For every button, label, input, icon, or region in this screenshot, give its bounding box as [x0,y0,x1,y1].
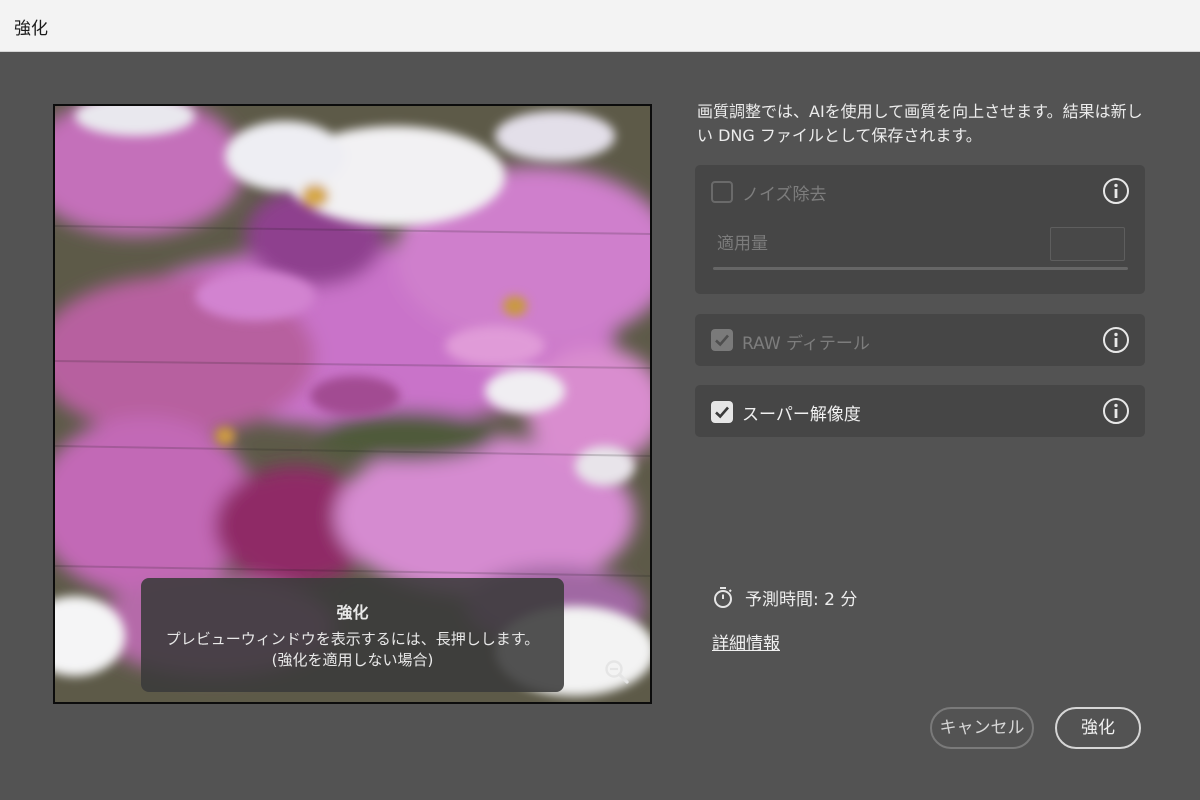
estimated-time-text: 予測時間: 2 分 [745,590,858,610]
amount-slider[interactable] [713,267,1128,270]
learn-more-link[interactable]: 詳細情報 [712,629,780,654]
info-icon[interactable] [1102,326,1130,354]
info-icon[interactable] [1102,397,1130,425]
checkmark-icon [715,334,729,347]
raw-details-checkbox[interactable] [711,329,733,351]
raw-details-label: RAW ディテール [742,334,870,354]
preview-image[interactable]: 強化 プレビューウィンドウを表示するには、長押しします。 (強化を適用しない場合… [53,104,652,704]
noise-reduction-checkbox[interactable] [711,181,733,203]
amount-input[interactable] [1050,227,1125,261]
amount-label: 適用量 [717,234,768,254]
preview-hint-overlay: 強化 プレビューウィンドウを表示するには、長押しします。 (強化を適用しない場合… [141,578,564,692]
timer-icon [714,587,732,608]
zoom-out-icon[interactable] [603,658,631,686]
raw-details-panel: RAW ディテール [695,314,1145,366]
enhance-button[interactable]: 強化 [1055,707,1141,749]
noise-reduction-label: ノイズ除去 [742,185,827,205]
overlay-hint-note: (強化を適用しない場合) [271,651,434,669]
overlay-title: 強化 [336,603,369,622]
info-icon[interactable] [1102,177,1130,205]
super-resolution-label: スーパー解像度 [742,405,861,425]
description-text: 画質調整では、AIを使用して画質を向上させます。結果は新しい DNG ファイルと… [697,102,1143,145]
checkmark-icon [715,406,729,419]
super-resolution-panel: スーパー解像度 [695,385,1145,437]
window-title: 強化 [14,19,48,39]
noise-reduction-panel: ノイズ除去 適用量 [695,165,1145,294]
overlay-hint: プレビューウィンドウを表示するには、長押しします。 [165,630,540,648]
cancel-button[interactable]: キャンセル [930,707,1034,749]
super-resolution-checkbox[interactable] [711,401,733,423]
title-bar: 強化 [0,0,1200,52]
enhance-dialog: 強化 強化 プレビューウィンドウを表示するには、長押しします。 (強化を適用しな… [0,0,1200,800]
